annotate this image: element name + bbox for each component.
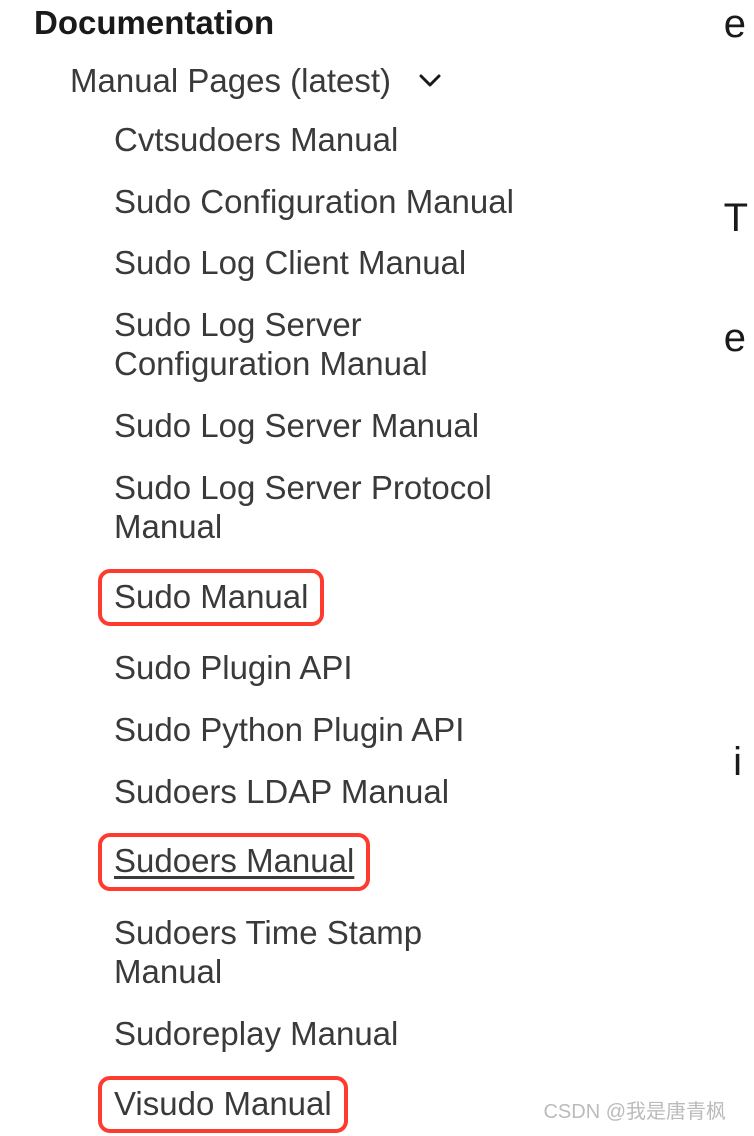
nav-link-sudo-python-plugin-api[interactable]: Sudo Python Plugin API [114, 710, 464, 750]
nav-link-sudo-plugin-api[interactable]: Sudo Plugin API [114, 648, 353, 688]
nav-item-sudo-manual: Sudo Manual [114, 569, 754, 627]
watermark-text: CSDN @我是唐青枫 [543, 1095, 726, 1124]
documentation-header: Documentation [34, 4, 754, 42]
nav-item-sudo-log-server-config: Sudo Log Server Configuration Manual [114, 305, 754, 384]
nav-link-sudo-log-server-config[interactable]: Sudo Log Server Configuration Manual [114, 305, 514, 384]
chevron-down-icon [419, 70, 441, 92]
nav-link-cvtsudoers[interactable]: Cvtsudoers Manual [114, 120, 398, 160]
nav-item-sudo-log-server: Sudo Log Server Manual [114, 406, 754, 446]
nav-link-sudoers-ldap[interactable]: Sudoers LDAP Manual [114, 772, 449, 812]
side-char-3: i [733, 740, 742, 785]
nav-list: Cvtsudoers Manual Sudo Configuration Man… [114, 120, 754, 1133]
nav-link-sudoers-timestamp[interactable]: Sudoers Time Stamp Manual [114, 913, 514, 992]
nav-link-sudo-log-client[interactable]: Sudo Log Client Manual [114, 243, 466, 283]
nav-item-sudo-log-server-protocol: Sudo Log Server Protocol Manual [114, 468, 754, 547]
nav-link-sudoers-manual[interactable]: Sudoers Manual [114, 841, 354, 881]
nav-link-sudo-log-server[interactable]: Sudo Log Server Manual [114, 406, 479, 446]
section-label: Manual Pages (latest) [70, 62, 391, 100]
side-char-2: e [724, 316, 746, 361]
nav-item-sudoers-timestamp: Sudoers Time Stamp Manual [114, 913, 754, 992]
highlight-box-sudo-manual: Sudo Manual [98, 569, 324, 627]
nav-item-sudo-configuration: Sudo Configuration Manual [114, 182, 754, 222]
nav-item-sudoers-manual: Sudoers Manual [114, 833, 754, 891]
nav-item-sudo-python-plugin-api: Sudo Python Plugin API [114, 710, 754, 750]
nav-link-sudo-manual[interactable]: Sudo Manual [114, 577, 308, 617]
nav-item-sudo-plugin-api: Sudo Plugin API [114, 648, 754, 688]
nav-link-sudo-configuration[interactable]: Sudo Configuration Manual [114, 182, 514, 222]
nav-item-sudoers-ldap: Sudoers LDAP Manual [114, 772, 754, 812]
nav-item-sudo-log-client: Sudo Log Client Manual [114, 243, 754, 283]
nav-link-sudo-log-server-protocol[interactable]: Sudo Log Server Protocol Manual [114, 468, 514, 547]
nav-link-sudoreplay[interactable]: Sudoreplay Manual [114, 1014, 398, 1054]
highlight-box-sudoers-manual: Sudoers Manual [98, 833, 370, 891]
nav-item-sudoreplay: Sudoreplay Manual [114, 1014, 754, 1054]
nav-item-cvtsudoers: Cvtsudoers Manual [114, 120, 754, 160]
section-row[interactable]: Manual Pages (latest) [70, 62, 754, 100]
nav-link-visudo[interactable]: Visudo Manual [114, 1084, 332, 1124]
highlight-box-visudo: Visudo Manual [98, 1076, 348, 1134]
side-char-0: e [724, 2, 746, 47]
side-char-1: T [724, 196, 748, 241]
